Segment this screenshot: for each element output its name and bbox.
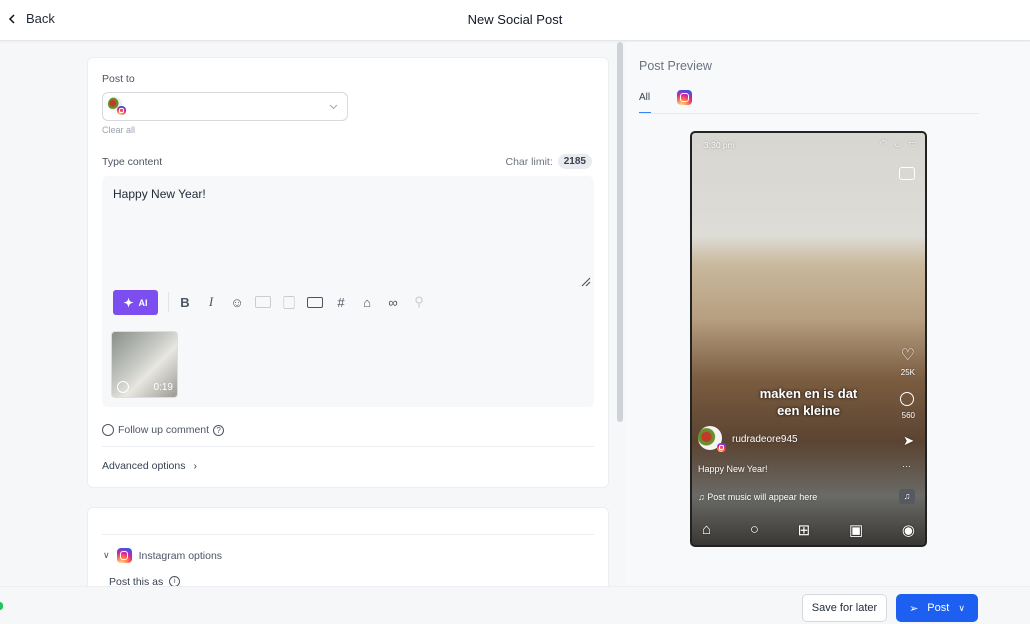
send-icon: ➢: [909, 602, 919, 615]
username: rudradeore945: [732, 434, 798, 445]
divider: [102, 534, 594, 535]
instagram-options-toggle[interactable]: ∨ Instagram options: [103, 548, 222, 563]
play-icon: [117, 381, 129, 393]
save-for-later-button[interactable]: Save for later: [802, 594, 887, 622]
instagram-options-label: Instagram options: [138, 549, 223, 562]
content-editor[interactable]: Happy New Year! ✦ AI B I ☺ # ⌂ ∞ ⚲ 0:19: [102, 176, 594, 407]
resize-handle-icon[interactable]: [581, 277, 591, 287]
video-thumbnail[interactable]: 0:19: [111, 331, 178, 398]
char-limit-label: Char limit:: [505, 155, 553, 168]
instagram-icon: [717, 443, 726, 452]
location-icon[interactable]: ⚲: [411, 294, 427, 310]
video-duration: 0:19: [153, 382, 173, 393]
caption-overlay-line1: maken en is dat: [759, 386, 858, 401]
music-badge-icon: ♫: [899, 489, 915, 504]
tabs-divider: [639, 113, 979, 114]
ai-label: AI: [138, 297, 148, 308]
toolbar-divider: [168, 292, 169, 312]
file-icon[interactable]: [283, 295, 295, 309]
compose-card: Post to Clear all Type content Char limi…: [87, 57, 609, 488]
tag-icon[interactable]: ⌂: [359, 295, 375, 310]
create-icon: ⊞: [797, 522, 811, 539]
divider: [102, 446, 594, 447]
profile-icon: ◉: [901, 522, 915, 539]
page-title: New Social Post: [467, 12, 563, 27]
video-icon[interactable]: [307, 296, 323, 308]
instagram-icon: [116, 548, 132, 563]
camera-icon: [899, 167, 915, 180]
account-select[interactable]: [102, 92, 348, 121]
heart-icon: ♡: [900, 347, 915, 364]
home-icon: ⌂: [702, 521, 712, 538]
chevron-down-icon: [329, 104, 338, 110]
reels-icon: ▣: [848, 522, 864, 539]
instagram-icon: [117, 106, 126, 115]
status-icons: ◠ ◡ ▭: [879, 138, 919, 148]
likes-count: 25K: [900, 368, 915, 377]
top-bar: Back New Social Post: [0, 0, 1030, 41]
ai-button[interactable]: ✦ AI: [113, 290, 158, 315]
scrollbar[interactable]: [617, 42, 623, 422]
chevron-down-icon: ∨: [958, 602, 965, 613]
follow-up-comment[interactable]: Follow up comment ?: [102, 424, 225, 436]
help-icon: ?: [213, 424, 225, 436]
post-caption: Happy New Year!: [698, 464, 768, 474]
post-to-label: Post to: [102, 73, 135, 85]
post-label: Post: [927, 602, 950, 614]
link-icon[interactable]: ∞: [385, 295, 401, 310]
instagram-options-card: ∨ Instagram options Post this as i: [87, 507, 609, 597]
preview-title: Post Preview: [639, 59, 712, 73]
emoji-icon[interactable]: ☺: [229, 295, 245, 310]
caption-overlay-line2: een kleine: [777, 403, 840, 418]
tab-instagram[interactable]: [677, 90, 692, 105]
italic-icon[interactable]: I: [203, 294, 219, 310]
hashtag-icon[interactable]: #: [333, 295, 349, 310]
content-text: Happy New Year!: [113, 187, 206, 201]
char-limit-badge: 2185: [557, 154, 592, 169]
more-icon: ···: [902, 461, 911, 471]
chevron-right-icon: ›: [193, 460, 197, 472]
advanced-options-label: Advanced options: [102, 460, 186, 472]
comment-icon: [102, 424, 114, 436]
sparkle-icon: ✦: [123, 295, 134, 310]
music-row: ♫ Post music will appear here: [698, 492, 817, 502]
status-time: 3:30 pm: [704, 140, 735, 150]
bold-icon[interactable]: B: [177, 295, 193, 310]
image-icon[interactable]: [255, 296, 271, 308]
chevron-down-icon: ∨: [103, 550, 110, 560]
share-icon: ➤: [903, 433, 914, 448]
type-content-label: Type content: [102, 156, 163, 168]
tab-all[interactable]: All: [639, 92, 650, 103]
search-icon: ○: [749, 521, 759, 538]
follow-up-label: Follow up comment: [118, 424, 210, 436]
post-button[interactable]: ➢ Post ∨: [896, 594, 978, 622]
music-icon: ♫: [698, 492, 708, 502]
clear-all-link[interactable]: Clear all: [102, 125, 135, 135]
music-text: Post music will appear here: [707, 492, 818, 502]
advanced-options-toggle[interactable]: Advanced options ›: [102, 460, 197, 472]
instagram-reel-preview: 3:30 pm ◠ ◡ ▭ ♡ 25K 560 ➤ ··· maken en i…: [690, 131, 927, 547]
